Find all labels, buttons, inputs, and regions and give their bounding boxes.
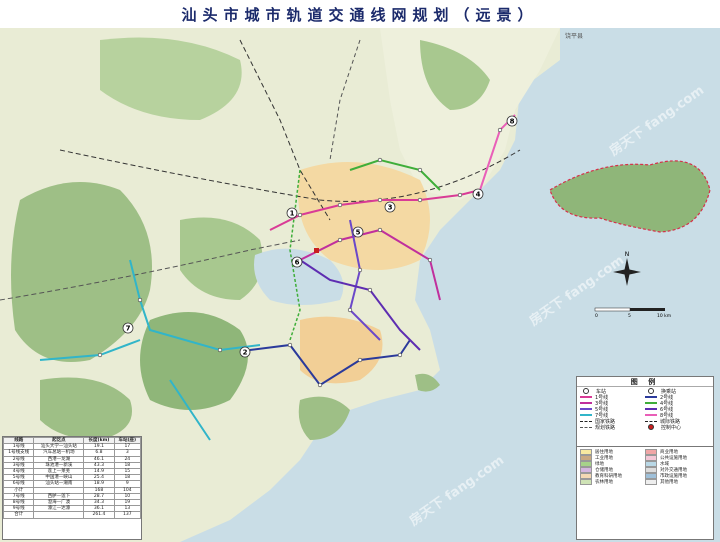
line-marker-4: 4 bbox=[472, 188, 484, 200]
hill-south bbox=[140, 312, 248, 410]
svg-text:4: 4 bbox=[476, 191, 481, 199]
legend-swatch bbox=[648, 424, 654, 430]
landuse-swatch bbox=[645, 479, 657, 485]
map-title-bar: 汕头市城市轨道交通线网规划（远景） bbox=[0, 0, 720, 28]
landuse-legend-panel: 居住用地 商业用地 工业用地 公共设施用地 绿地 水域 仓储用地 对外交通用地 教育科研用地 市政… bbox=[576, 446, 714, 540]
landuse-list: 居住用地 商业用地 工业用地 公共设施用地 绿地 水域 仓储用地 对外交通用地 教育科研用地 市政… bbox=[577, 447, 713, 487]
legend-swatch bbox=[580, 408, 592, 410]
svg-text:10 km: 10 km bbox=[657, 313, 671, 319]
table-row: 合计 261.4 137 bbox=[3, 511, 141, 519]
landuse-item: 其他用地 bbox=[645, 479, 710, 485]
svg-text:5: 5 bbox=[356, 229, 361, 237]
table-cell: 合计 bbox=[3, 511, 35, 519]
legend-swatch bbox=[645, 408, 657, 410]
svg-text:3: 3 bbox=[388, 204, 393, 212]
legend-item: 规划铁路 bbox=[580, 424, 645, 430]
table-cell: 137 bbox=[113, 511, 141, 519]
landuse-label: 其他用地 bbox=[660, 480, 678, 485]
table-cell bbox=[33, 511, 85, 519]
landuse-label: 农林用地 bbox=[595, 480, 613, 485]
line-marker-1: 1 bbox=[286, 207, 298, 219]
legend-label: 规划铁路 bbox=[595, 424, 616, 431]
legend-label: 控制中心 bbox=[661, 424, 682, 431]
line-marker-3: 3 bbox=[384, 201, 396, 213]
legend-swatch bbox=[580, 426, 592, 428]
legend-swatch bbox=[645, 396, 657, 398]
table-body: 1号线 汕头大学—汕头站 19.1 17 1号线支线 汽车总站—机场 6.8 3 2号线 西港—龙… bbox=[3, 443, 141, 519]
legend-swatch bbox=[645, 420, 657, 422]
landuse-item: 农林用地 bbox=[580, 479, 645, 485]
svg-text:N: N bbox=[625, 251, 630, 258]
rao-ping-label: 饶平县 bbox=[565, 32, 583, 40]
svg-text:2: 2 bbox=[243, 349, 248, 357]
legend-swatch bbox=[580, 414, 592, 416]
svg-text:8: 8 bbox=[510, 118, 515, 126]
legend-title: 图 例 bbox=[577, 377, 713, 387]
legend-swatch bbox=[580, 396, 592, 398]
table-cell: 261.4 bbox=[83, 511, 115, 519]
svg-text:7: 7 bbox=[126, 325, 131, 333]
line-marker-8: 8 bbox=[506, 115, 518, 127]
svg-text:6: 6 bbox=[295, 259, 300, 267]
line-marker-2: 2 bbox=[239, 346, 251, 358]
legend-swatch bbox=[580, 420, 592, 422]
line-marker-6: 6 bbox=[291, 256, 303, 268]
legend-swatch bbox=[645, 402, 657, 404]
legend-swatch bbox=[580, 402, 592, 404]
svg-text:1: 1 bbox=[290, 210, 295, 218]
landuse-swatch bbox=[580, 479, 592, 485]
legend-list: 车站 换乘站 1号线 2号线 3号线 4号线 5号线 6号线 7号线 8号线 国家铁路 城际铁路 规划铁… bbox=[577, 387, 713, 431]
legend-item: 控制中心 bbox=[645, 424, 710, 430]
legend-swatch bbox=[645, 414, 657, 416]
map-title: 汕头市城市轨道交通线网规划（远景） bbox=[181, 5, 539, 24]
line-marker-7: 7 bbox=[122, 322, 134, 334]
table-cell: 汕头大学—汕头站 bbox=[33, 443, 85, 451]
svg-text:0: 0 bbox=[595, 313, 598, 319]
control-center bbox=[314, 248, 319, 253]
line-table: 线路 起讫点 长度(km) 车站(座) 1号线 汕头大学—汕头站 19.1 17 1号线支线汽… bbox=[2, 436, 142, 540]
svg-text:5: 5 bbox=[628, 313, 631, 319]
line-marker-5: 5 bbox=[352, 226, 364, 238]
